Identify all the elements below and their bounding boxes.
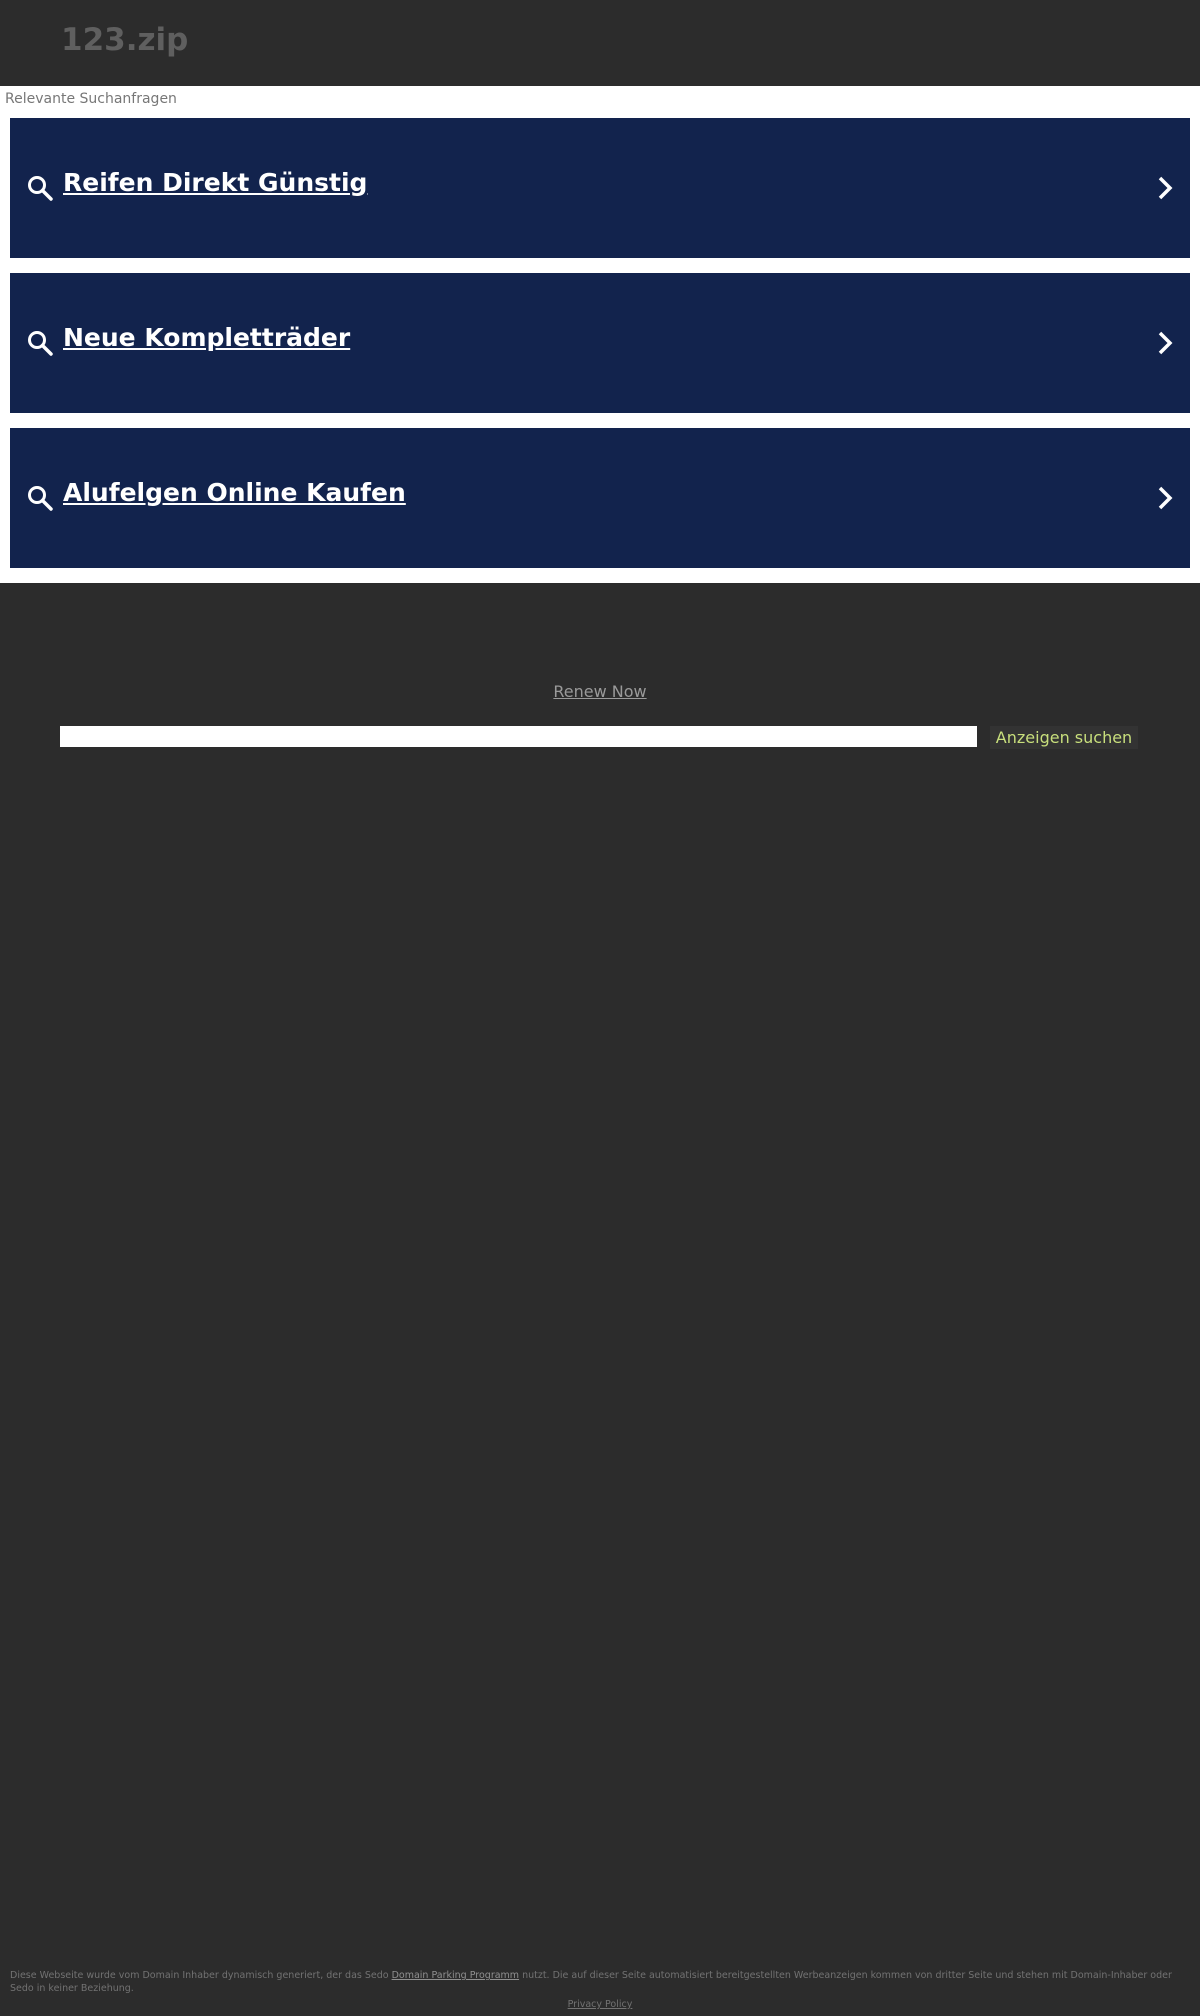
search-result-link[interactable]: Neue Kompletträder (63, 323, 350, 352)
related-searches-label: Relevante Suchanfragen (5, 91, 177, 107)
chevron-right-icon (1158, 486, 1173, 510)
disclaimer-text: Diese Webseite wurde vom Domain Inhaber … (10, 1970, 392, 1981)
ad-search-input[interactable] (60, 726, 977, 747)
search-result-item[interactable]: Neue Kompletträder (10, 273, 1190, 413)
ad-search-form: Anzeigen suchen (60, 726, 1140, 749)
privacy-policy-link[interactable]: Privacy Policy (0, 1999, 1200, 2010)
domain-parking-link[interactable]: Domain Parking Programm (392, 1970, 519, 1981)
search-icon (28, 331, 53, 356)
search-icon (28, 176, 53, 201)
renew-now-link[interactable]: Renew Now (0, 682, 1200, 701)
search-result-item[interactable]: Reifen Direkt Günstig (10, 118, 1190, 258)
domain-title: 123.zip (61, 22, 189, 58)
ad-search-button[interactable]: Anzeigen suchen (990, 726, 1138, 749)
page-header: 123.zip (0, 0, 1200, 86)
search-result-item[interactable]: Alufelgen Online Kaufen (10, 428, 1190, 568)
related-searches-panel: Relevante Suchanfragen Reifen Direkt Gün… (0, 86, 1200, 583)
chevron-right-icon (1158, 331, 1173, 355)
search-result-link[interactable]: Reifen Direkt Günstig (63, 168, 367, 197)
search-result-link[interactable]: Alufelgen Online Kaufen (63, 478, 406, 507)
footer-disclaimer: Diese Webseite wurde vom Domain Inhaber … (10, 1969, 1190, 1995)
chevron-right-icon (1158, 176, 1173, 200)
search-icon (28, 486, 53, 511)
